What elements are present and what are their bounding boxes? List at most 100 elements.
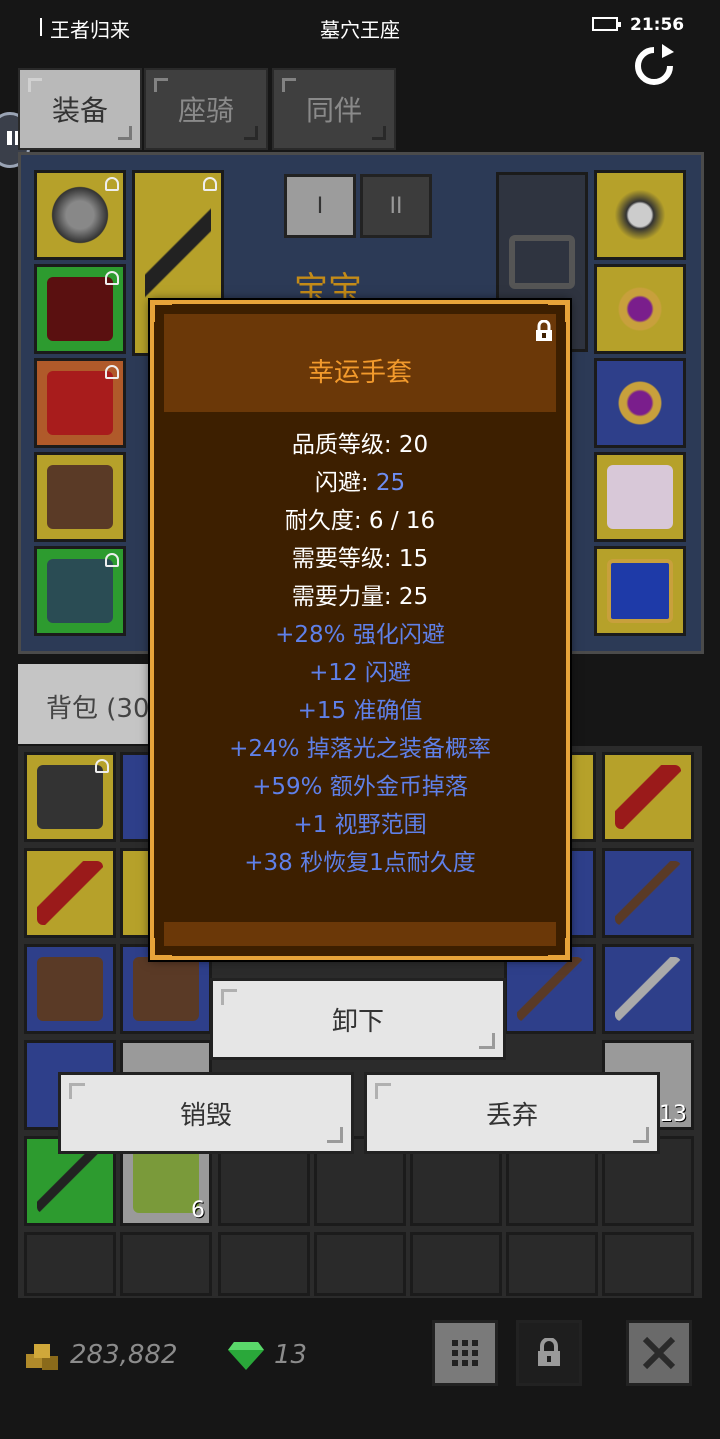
equip-set-1-button[interactable]: I	[284, 174, 356, 238]
tab-label: 装备	[51, 94, 108, 127]
tab-equipment[interactable]: 装备	[18, 68, 142, 150]
close-button[interactable]	[626, 1320, 692, 1386]
equip-slot-boots[interactable]	[34, 452, 126, 542]
gauntlet-icon	[37, 765, 103, 829]
unequip-button[interactable]: 卸下	[210, 978, 506, 1060]
bonus-line: +12 闪避	[309, 660, 411, 686]
potion-icon	[133, 1149, 199, 1213]
stat-label: 品质等级:	[291, 432, 399, 458]
set-label: I	[316, 193, 324, 219]
stat-value: 6 / 16	[368, 508, 436, 534]
red-sword-icon	[37, 861, 103, 925]
stat-quality: 品质等级: 20	[154, 426, 566, 464]
item-detail-popup: 幸运手套 品质等级: 20 闪避: 25 耐久度: 6 / 16 需要等级: 1…	[150, 300, 570, 960]
tab-label: 同伴	[305, 94, 362, 127]
equip-slot-charm[interactable]	[594, 452, 686, 542]
gloves-icon	[47, 371, 113, 435]
bag-slot[interactable]	[24, 944, 116, 1034]
tab-backpack[interactable]: 背包 (30	[18, 664, 168, 744]
bonus-line: +38 秒恢复1点耐久度	[244, 850, 476, 876]
battery-icon	[592, 17, 621, 31]
bonus-line: +24% 掉落光之装备概率	[229, 736, 491, 762]
item-count: 13	[659, 1102, 687, 1127]
tab-label: 座骑	[177, 94, 234, 127]
amulet-icon	[607, 183, 673, 247]
gem-amount: 13	[274, 1340, 308, 1370]
set-label: II	[389, 193, 403, 219]
refresh-icon[interactable]	[630, 44, 678, 88]
popup-footer	[164, 922, 556, 946]
lock-mode-button[interactable]	[516, 1320, 582, 1386]
bag-slot-empty[interactable]	[506, 1232, 598, 1296]
stat-label: 耐久度:	[284, 508, 369, 534]
equip-slot-ring-2[interactable]	[594, 358, 686, 448]
scepter-icon	[37, 1149, 103, 1213]
button-label: 丢弃	[485, 1100, 538, 1131]
skull-charm-icon	[607, 465, 673, 529]
boots-icon	[133, 957, 199, 1021]
gem-icon	[228, 1342, 264, 1370]
item-title: 幸运手套	[307, 358, 412, 388]
stat-label: 需要力量:	[291, 584, 399, 610]
bag-slot-empty[interactable]	[218, 1232, 310, 1296]
bag-slot-empty[interactable]	[602, 1232, 694, 1296]
equip-slot-belt[interactable]	[34, 546, 126, 636]
equip-slot-helmet[interactable]	[34, 170, 126, 260]
equip-slot-ring-1[interactable]	[594, 264, 686, 354]
bag-slot[interactable]	[24, 848, 116, 938]
bag-slot-empty[interactable]	[120, 1232, 212, 1296]
equip-set-2-button[interactable]: II	[360, 174, 432, 238]
equip-slot-gloves[interactable]	[34, 358, 126, 448]
stat-value: 25	[375, 470, 406, 496]
close-icon	[642, 1336, 676, 1370]
bonus-line: +1 视野范围	[293, 812, 427, 838]
gold-amount: 283,882	[70, 1340, 178, 1370]
ring-icon	[607, 277, 673, 341]
bag-slot-empty[interactable]	[314, 1232, 406, 1296]
bag-slot[interactable]	[602, 848, 694, 938]
equip-slot-book[interactable]	[594, 546, 686, 636]
stat-label: 需要等级:	[291, 546, 399, 572]
grid-sort-button[interactable]	[432, 1320, 498, 1386]
bag-slot-empty[interactable]	[410, 1232, 502, 1296]
item-lock-icon[interactable]	[534, 320, 554, 342]
clock: 21:56	[630, 15, 685, 35]
stat-required-strength: 需要力量: 25	[154, 578, 566, 616]
destroy-button[interactable]: 销毁	[58, 1072, 354, 1154]
belt-icon	[47, 559, 113, 623]
item-stats: 品质等级: 20 闪避: 25 耐久度: 6 / 16 需要等级: 15 需要力…	[154, 426, 566, 882]
tab-companion[interactable]: 同伴	[272, 68, 396, 150]
equip-slot-armor[interactable]	[34, 264, 126, 354]
staff-icon	[517, 957, 583, 1021]
book-icon	[607, 559, 673, 623]
bag-slot[interactable]	[24, 752, 116, 842]
stat-value: 20	[398, 432, 429, 458]
bonus-line: +59% 额外金币掉落	[252, 774, 468, 800]
bonus-line: +15 准确值	[297, 698, 423, 724]
discard-button[interactable]: 丢弃	[364, 1072, 660, 1154]
boots-icon	[37, 957, 103, 1021]
bonus-line: +28% 强化闪避	[275, 622, 445, 648]
stat-value: 15	[398, 546, 429, 572]
gold-icon	[26, 1344, 58, 1370]
bag-slot[interactable]	[602, 944, 694, 1034]
stat-durability: 耐久度: 6 / 16	[154, 502, 566, 540]
armor-icon	[47, 277, 113, 341]
frame-corner	[152, 302, 172, 322]
bag-slot[interactable]	[602, 752, 694, 842]
frame-corner	[548, 938, 568, 958]
status-bar: 王者归来 墓穴王座 21:56	[0, 0, 720, 54]
lock-icon	[538, 1338, 560, 1366]
stat-label: 闪避:	[314, 470, 376, 496]
tab-mount[interactable]: 座骑	[144, 68, 268, 150]
empty-shield-icon	[509, 235, 575, 289]
helmet-icon	[47, 183, 113, 247]
boots-icon	[47, 465, 113, 529]
stat-dodge: 闪避: 25	[154, 464, 566, 502]
spear-icon	[615, 861, 681, 925]
bag-slot-empty[interactable]	[24, 1232, 116, 1296]
frame-corner	[152, 938, 172, 958]
stat-value: 25	[398, 584, 429, 610]
item-count: 6	[191, 1198, 205, 1223]
equip-slot-amulet[interactable]	[594, 170, 686, 260]
